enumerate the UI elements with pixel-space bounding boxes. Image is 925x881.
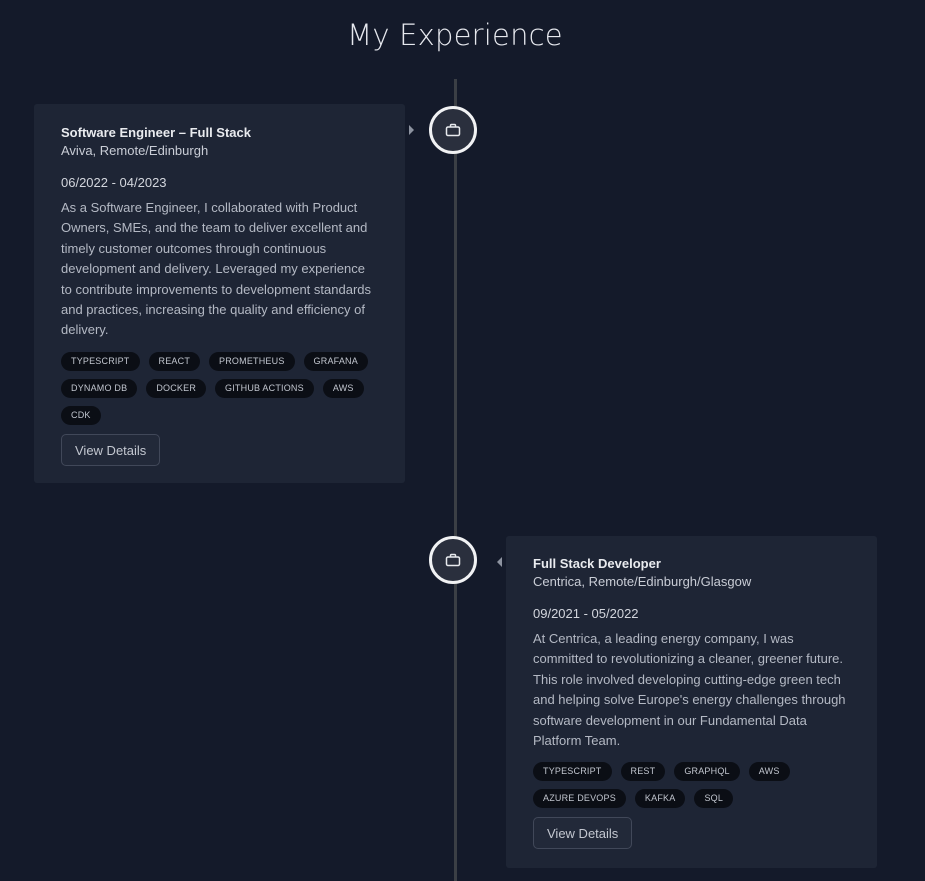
company: Aviva, Remote/Edinburgh	[61, 143, 209, 158]
tag-list: TYPESCRIPT REST GRAPHQL AWS AZURE DEVOPS…	[533, 762, 851, 809]
description: As a Software Engineer, I collaborated w…	[61, 200, 372, 338]
tag-list: TYPESCRIPT REACT PROMETHEUS GRAFANA DYNA…	[61, 351, 379, 425]
experience-card-0: Software Engineer – Full Stack Aviva, Re…	[34, 104, 414, 483]
view-details-button[interactable]: View Details	[61, 433, 161, 466]
tag: REACT	[148, 351, 201, 371]
page-title: My Experience	[347, 18, 563, 52]
tag: TYPESCRIPT	[533, 762, 612, 782]
dates: 06/2022 - 04/2023	[61, 175, 167, 190]
job-title: Full Stack Developer	[533, 556, 661, 571]
tag: AWS	[322, 378, 364, 398]
tag: KAFKA	[634, 789, 686, 809]
experience-card-1: Full Stack Developer Centrica, Remote/Ed…	[497, 536, 877, 868]
experience-page: My Experience Software Engineer – Full S…	[0, 0, 925, 881]
card-pointer	[497, 557, 502, 567]
dates: 09/2021 - 05/2022	[533, 606, 639, 621]
tag: GRAPHQL	[674, 762, 740, 782]
job-title: Software Engineer – Full Stack	[61, 125, 251, 140]
description: At Centrica, a leading energy company, I…	[533, 631, 846, 749]
briefcase-icon	[445, 123, 461, 137]
tag: GRAFANA	[303, 351, 368, 371]
timeline-node-1	[429, 536, 477, 584]
tag: GITHUB ACTIONS	[215, 378, 314, 398]
tag: TYPESCRIPT	[61, 351, 140, 371]
tag: AZURE DEVOPS	[533, 789, 626, 809]
company: Centrica, Remote/Edinburgh/Glasgow	[533, 574, 752, 589]
tag: CDK	[61, 405, 101, 425]
tag: DOCKER	[146, 378, 207, 398]
tag: SQL	[694, 789, 734, 809]
briefcase-icon	[445, 553, 461, 567]
tag: PROMETHEUS	[209, 351, 295, 371]
tag: REST	[620, 762, 666, 782]
card-pointer	[409, 125, 414, 135]
view-details-button[interactable]: View Details	[533, 817, 633, 850]
timeline-line	[454, 79, 457, 881]
timeline-node-0	[429, 106, 477, 154]
tag: DYNAMO DB	[61, 378, 138, 398]
tag: AWS	[748, 762, 790, 782]
